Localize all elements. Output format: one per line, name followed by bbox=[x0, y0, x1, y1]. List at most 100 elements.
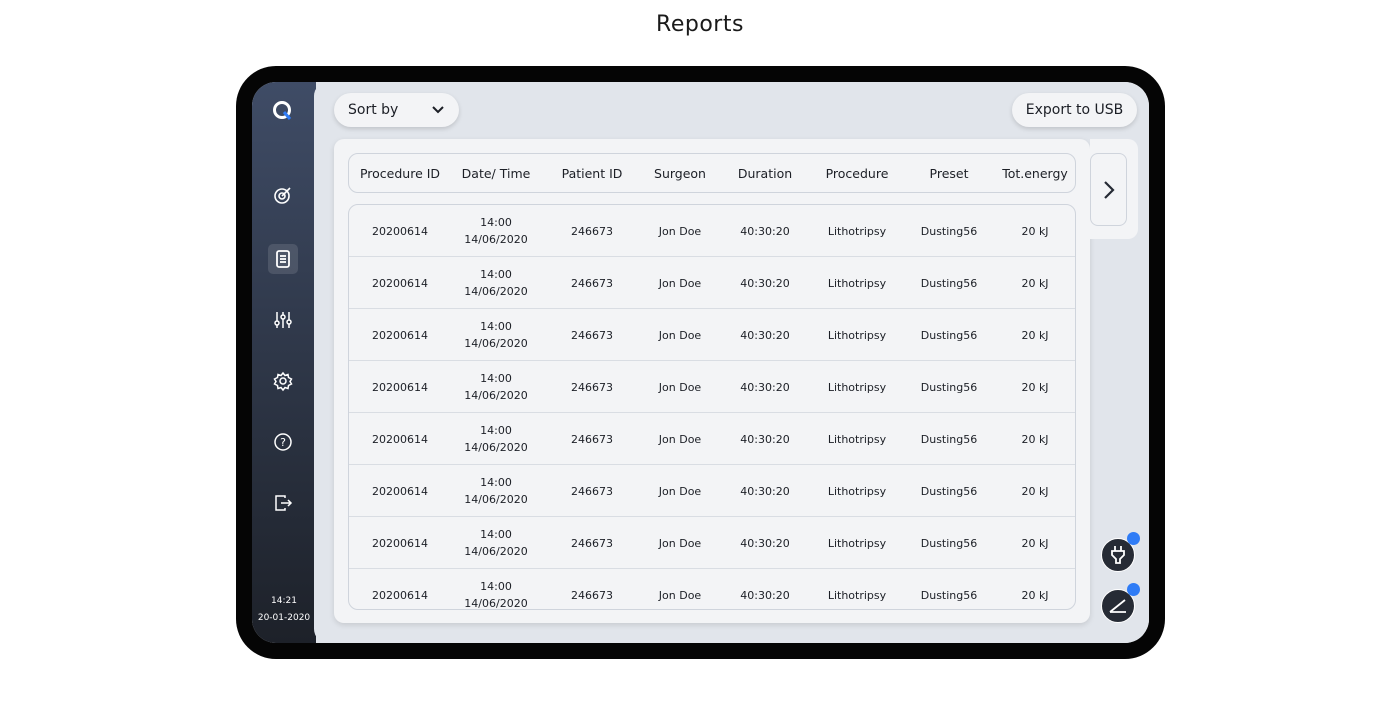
target-icon[interactable] bbox=[268, 180, 298, 210]
help-icon[interactable]: ? bbox=[268, 427, 298, 457]
cell-text: 14/06/2020 bbox=[464, 337, 528, 350]
table-cell: 14:00 14/06/2020 bbox=[464, 205, 527, 257]
cell-text: 40:30:20 bbox=[740, 536, 790, 550]
cell-text: Lithotripsy bbox=[827, 432, 887, 446]
next-page-tab bbox=[1090, 139, 1138, 239]
sort-by-dropdown[interactable]: Sort by bbox=[334, 93, 459, 127]
cell-text: 14/06/2020 bbox=[464, 389, 528, 402]
table-cell: 20 kJ bbox=[1021, 569, 1048, 609]
table-cell: Dusting56 bbox=[921, 205, 978, 257]
table-cell: 40:30:20 bbox=[740, 517, 789, 569]
table-cell: 246673 bbox=[571, 309, 613, 361]
table-cell: 40:30:20 bbox=[740, 361, 789, 413]
table-cell: 246673 bbox=[571, 205, 613, 257]
table-cell: 20 kJ bbox=[1021, 413, 1048, 465]
screen: ? 14:21 20-01-2020 Sort by Export to USB… bbox=[252, 82, 1149, 643]
cell-text: 246673 bbox=[571, 484, 613, 498]
table-cell: 40:30:20 bbox=[740, 257, 789, 309]
table-cell: 246673 bbox=[571, 413, 613, 465]
cell-text: 20200614 bbox=[372, 224, 428, 238]
cell-text: 20 kJ bbox=[1021, 536, 1049, 550]
table-cell: Jon Doe bbox=[659, 413, 701, 465]
cell-text: 14:00 bbox=[480, 216, 512, 229]
column-header[interactable]: Preset bbox=[930, 166, 969, 181]
column-header[interactable]: Date/ Time bbox=[462, 166, 531, 181]
q-logo-icon[interactable] bbox=[268, 96, 298, 126]
cell-text: 246673 bbox=[571, 224, 613, 238]
cell-text: 20200614 bbox=[372, 328, 428, 342]
power-notification-dot bbox=[1127, 532, 1140, 545]
cell-text: Lithotripsy bbox=[827, 484, 887, 498]
cell-text: 20 kJ bbox=[1021, 432, 1049, 446]
pedal-notification-dot bbox=[1127, 583, 1140, 596]
cell-text: Jon Doe bbox=[658, 484, 702, 498]
plug-icon bbox=[1111, 546, 1125, 564]
export-to-usb-button[interactable]: Export to USB bbox=[1012, 93, 1137, 127]
table-row[interactable]: 20200614 14:00 14/06/2020 246673 Jon Doe 40:3… bbox=[349, 361, 1075, 413]
document-icon[interactable] bbox=[268, 244, 298, 274]
sliders-icon[interactable] bbox=[268, 305, 298, 335]
column-header[interactable]: Procedure bbox=[826, 166, 889, 181]
table-cell: 40:30:20 bbox=[740, 413, 789, 465]
table-cell: 40:30:20 bbox=[740, 205, 789, 257]
table-cell: Jon Doe bbox=[659, 465, 701, 517]
sort-by-label: Sort by bbox=[348, 102, 399, 118]
cell-text: Jon Doe bbox=[658, 536, 702, 550]
logout-icon[interactable] bbox=[268, 488, 298, 518]
table-row[interactable]: 20200614 14:00 14/06/2020 246673 Jon Doe 40:3… bbox=[349, 413, 1075, 465]
column-header[interactable]: Duration bbox=[738, 166, 792, 181]
power-status-button[interactable] bbox=[1101, 532, 1140, 572]
sidebar: ? 14:21 20-01-2020 bbox=[252, 82, 316, 643]
cell-text: Lithotripsy bbox=[827, 224, 887, 238]
column-header[interactable]: Patient ID bbox=[562, 166, 623, 181]
cell-text: 40:30:20 bbox=[740, 588, 790, 602]
cell-text: 20 kJ bbox=[1021, 380, 1049, 394]
cell-text: 40:30:20 bbox=[740, 276, 790, 290]
cell-text: Lithotripsy bbox=[827, 380, 887, 394]
table-row[interactable]: 20200614 14:00 14/06/2020 246673 Jon Doe 40:3… bbox=[349, 517, 1075, 569]
cell-text: 20200614 bbox=[372, 536, 428, 550]
column-header[interactable]: Procedure ID bbox=[360, 166, 440, 181]
cell-text: Dusting56 bbox=[920, 380, 978, 394]
table-body[interactable]: 20200614 14:00 14/06/2020 246673 Jon Doe 40:3… bbox=[348, 204, 1076, 610]
cell-text: Dusting56 bbox=[920, 328, 978, 342]
cell-text: 246673 bbox=[571, 588, 613, 602]
cell-text: 40:30:20 bbox=[740, 380, 790, 394]
table-cell: Dusting56 bbox=[921, 465, 978, 517]
table-cell: 40:30:20 bbox=[740, 569, 790, 609]
cell-text: Dusting56 bbox=[920, 536, 978, 550]
cell-text: 20 kJ bbox=[1021, 224, 1049, 238]
cell-text: Dusting56 bbox=[920, 588, 978, 602]
column-header[interactable]: Surgeon bbox=[654, 166, 706, 181]
cell-text: Lithotripsy bbox=[827, 276, 887, 290]
table-cell: 246673 bbox=[571, 569, 613, 609]
table-cell: 40:30:20 bbox=[740, 309, 789, 361]
pedal-status-button[interactable] bbox=[1101, 583, 1140, 623]
table-cell: Jon Doe bbox=[659, 309, 701, 361]
cell-text: 14/06/2020 bbox=[464, 597, 528, 610]
table-row[interactable]: 20200614 14:00 14/06/2020 246673 Jon Doe 40:3… bbox=[349, 257, 1075, 309]
cell-text: 40:30:20 bbox=[740, 224, 790, 238]
table-row[interactable]: 20200614 14:00 14/06/2020 246673 Jon Doe 40:3… bbox=[349, 569, 1075, 610]
cell-text: 246673 bbox=[571, 380, 613, 394]
table-row[interactable]: 20200614 14:00 14/06/2020 246673 Jon Doe 40:3… bbox=[349, 205, 1075, 257]
cell-text: 246673 bbox=[571, 276, 613, 290]
table-cell: 14:00 14/06/2020 bbox=[464, 413, 527, 465]
table-cell: Dusting56 bbox=[921, 257, 978, 309]
cell-text: 14/06/2020 bbox=[464, 233, 528, 246]
table-cell: 20200614 bbox=[372, 465, 428, 517]
cell-text: 14:00 bbox=[480, 476, 512, 489]
cell-text: 20200614 bbox=[372, 588, 428, 602]
chevron-down-icon bbox=[432, 106, 444, 114]
table-cell: 20200614 bbox=[372, 257, 428, 309]
cell-text: Lithotripsy bbox=[827, 328, 887, 342]
chevron-right-icon bbox=[1103, 180, 1115, 199]
cell-text: 14:00 bbox=[480, 424, 512, 437]
next-columns-button[interactable] bbox=[1090, 153, 1127, 226]
column-header[interactable]: Tot.energy bbox=[1002, 166, 1068, 181]
table-row[interactable]: 20200614 14:00 14/06/2020 246673 Jon Doe 40:3… bbox=[349, 465, 1075, 517]
gear-icon[interactable] bbox=[268, 366, 298, 396]
table-row[interactable]: 20200614 14:00 14/06/2020 246673 Jon Doe 40:3… bbox=[349, 309, 1075, 361]
cell-text: 246673 bbox=[571, 536, 613, 550]
table-cell: Dusting56 bbox=[921, 361, 978, 413]
